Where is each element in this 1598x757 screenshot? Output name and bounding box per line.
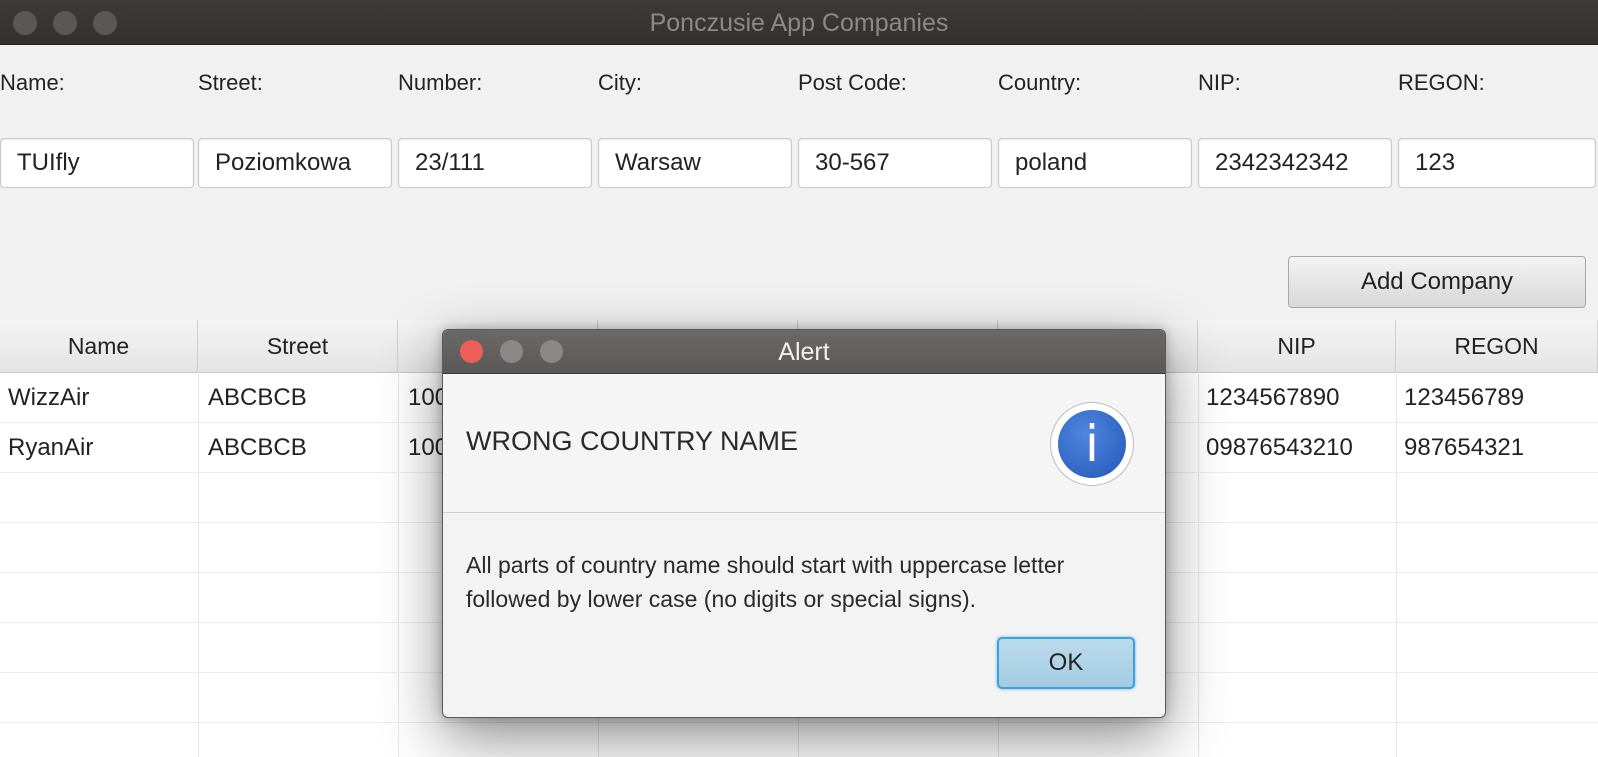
nip-input[interactable]: 2342342342 <box>1198 138 1392 188</box>
cell-nip[interactable]: 1234567890 <box>1206 384 1339 412</box>
name-label: Name: <box>0 70 65 95</box>
row-divider <box>0 722 1598 723</box>
column-divider <box>398 372 399 757</box>
country-input[interactable]: poland <box>998 138 1192 188</box>
regon-label: REGON: <box>1398 70 1485 95</box>
country-label: Country: <box>998 70 1082 95</box>
column-divider <box>1396 372 1397 757</box>
post-code-label: Post Code: <box>798 70 907 95</box>
city-label: City: <box>598 70 642 95</box>
ok-button[interactable]: OK <box>997 637 1135 689</box>
street-label: Street: <box>198 70 263 95</box>
add-company-button[interactable]: Add Company <box>1288 256 1586 308</box>
alert-message: All parts of country name should start w… <box>466 552 1065 612</box>
alert-header: WRONG COUNTRY NAME i <box>443 374 1165 513</box>
alert-titlebar: Alert <box>443 330 1165 374</box>
street-input[interactable]: Poziomkowa <box>198 138 392 188</box>
cell-regon[interactable]: 123456789 <box>1404 384 1524 412</box>
nip-label: NIP: <box>1198 70 1241 95</box>
column-header-street[interactable]: Street <box>198 320 398 372</box>
cell-name[interactable]: WizzAir <box>8 384 94 412</box>
number-input[interactable]: 23/111 <box>398 138 592 188</box>
alert-title: Alert <box>778 338 830 366</box>
column-header-regon[interactable]: REGON <box>1396 320 1598 372</box>
window-title: Ponczusie App Companies <box>649 9 949 37</box>
column-header-nip[interactable]: NIP <box>1198 320 1396 372</box>
column-divider <box>198 372 199 757</box>
cell-regon[interactable]: 987654321 <box>1404 434 1524 462</box>
alert-dialog: Alert WRONG COUNTRY NAME i All parts of … <box>442 329 1166 718</box>
city-input[interactable]: Warsaw <box>598 138 792 188</box>
cell-name[interactable]: RyanAir <box>8 434 94 462</box>
name-input[interactable]: TUIfly <box>0 138 194 188</box>
cell-street[interactable]: ABCBCB <box>208 384 307 412</box>
info-icon: i <box>1050 402 1134 486</box>
post-code-input[interactable]: 30-567 <box>798 138 992 188</box>
regon-input[interactable]: 123 <box>1398 138 1596 188</box>
alert-header-text: WRONG COUNTRY NAME <box>466 426 799 456</box>
number-label: Number: <box>398 70 483 95</box>
info-icon-glyph: i <box>1058 410 1126 478</box>
cell-nip[interactable]: 09876543210 <box>1206 434 1353 462</box>
column-header-name[interactable]: Name <box>0 320 198 372</box>
cell-street[interactable]: ABCBCB <box>208 434 307 462</box>
column-divider <box>1198 372 1199 757</box>
main-window-titlebar: Ponczusie App Companies <box>0 0 1598 45</box>
